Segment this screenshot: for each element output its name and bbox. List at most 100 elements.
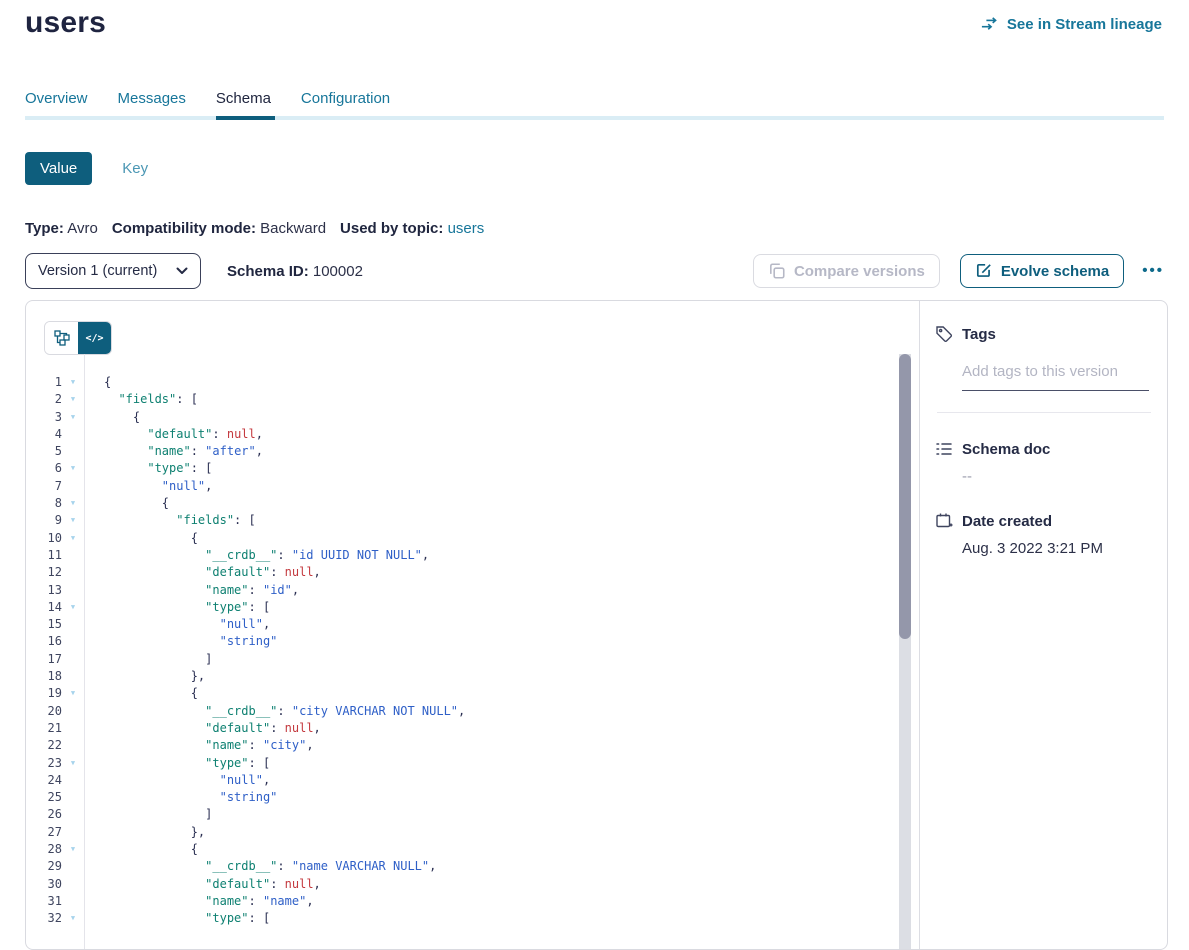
code-text: "type": [	[84, 910, 270, 927]
line-number: 28	[26, 841, 62, 858]
code-text: "type": [	[84, 460, 212, 477]
fold-toggle-icon[interactable]: ▼	[62, 460, 84, 477]
stream-lineage-icon	[981, 15, 999, 33]
stream-lineage-link[interactable]: See in Stream lineage	[981, 15, 1162, 33]
tags-input[interactable]	[962, 363, 1149, 391]
fold-toggle-icon[interactable]: ▼	[62, 910, 84, 927]
editor-scrollbar-thumb[interactable]	[899, 354, 911, 639]
compatibility-label: Compatibility mode:	[112, 220, 256, 237]
code-text: "fields": [	[84, 391, 198, 408]
version-select[interactable]: Version 1 (current)	[25, 253, 201, 289]
code-text: "default": null,	[84, 564, 321, 581]
code-text: ]	[84, 806, 212, 823]
line-number: 11	[26, 547, 62, 564]
line-number: 15	[26, 616, 62, 633]
doc-list-icon	[935, 440, 953, 458]
code-line: 1▼{	[26, 374, 919, 391]
fold-toggle-icon[interactable]: ▼	[62, 374, 84, 391]
line-number: 19	[26, 685, 62, 702]
code-text: },	[84, 668, 205, 685]
compatibility-value: Backward	[260, 220, 326, 237]
code-line: 26 ]	[26, 806, 919, 823]
code-text: "name": "after",	[84, 443, 263, 460]
fold-toggle-icon[interactable]: ▼	[62, 599, 84, 616]
evolve-schema-button[interactable]: Evolve schema	[960, 254, 1124, 288]
compare-versions-icon	[768, 262, 786, 280]
tab-overview[interactable]: Overview	[25, 90, 88, 108]
code-view-button[interactable]: </>	[78, 322, 111, 354]
schema-doc-heading: Schema doc	[935, 440, 1151, 458]
line-number: 22	[26, 737, 62, 754]
fold-spacer	[62, 789, 84, 806]
line-number: 27	[26, 824, 62, 841]
tag-icon	[935, 325, 953, 343]
tab-schema[interactable]: Schema	[216, 90, 271, 108]
version-bar: Version 1 (current) Schema ID: 100002 Co…	[25, 253, 1164, 289]
value-toggle-button[interactable]: Value	[25, 152, 92, 185]
line-number: 29	[26, 858, 62, 875]
code-line: 29 "__crdb__": "name VARCHAR NULL",	[26, 858, 919, 875]
line-number: 8	[26, 495, 62, 512]
schema-editor[interactable]: </> 1▼{2▼ "fields": [3▼ {4 "default": nu…	[26, 301, 920, 949]
fold-toggle-icon[interactable]: ▼	[62, 512, 84, 529]
fold-spacer	[62, 547, 84, 564]
fold-toggle-icon[interactable]: ▼	[62, 685, 84, 702]
line-number: 24	[26, 772, 62, 789]
evolve-schema-icon	[975, 262, 993, 280]
more-actions-button[interactable]: •••	[1142, 266, 1164, 276]
code-text: ]	[84, 651, 212, 668]
fold-spacer	[62, 737, 84, 754]
code-text: {	[84, 530, 198, 547]
tree-view-button[interactable]	[45, 322, 78, 354]
code-region[interactable]: 1▼{2▼ "fields": [3▼ {4 "default": null,5…	[26, 354, 919, 949]
fold-toggle-icon[interactable]: ▼	[62, 391, 84, 408]
line-number: 31	[26, 893, 62, 910]
line-number: 2	[26, 391, 62, 408]
fold-toggle-icon[interactable]: ▼	[62, 409, 84, 426]
date-created-section: Date created Aug. 3 2022 3:21 PM	[935, 512, 1151, 557]
fold-toggle-icon[interactable]: ▼	[62, 755, 84, 772]
code-line: 14▼ "type": [	[26, 599, 919, 616]
code-line: 16 "string"	[26, 633, 919, 650]
code-text: "null",	[84, 772, 270, 789]
fold-spacer	[62, 616, 84, 633]
editor-view-toggle: </>	[44, 321, 112, 355]
compare-versions-button[interactable]: Compare versions	[753, 254, 940, 288]
code-line: 30 "default": null,	[26, 876, 919, 893]
evolve-schema-label: Evolve schema	[1001, 263, 1109, 280]
code-text: "default": null,	[84, 426, 263, 443]
code-line: 8▼ {	[26, 495, 919, 512]
chevron-down-icon	[176, 267, 188, 275]
meta-type: Type: Avro	[25, 220, 98, 237]
code-text: "null",	[84, 478, 212, 495]
line-number: 17	[26, 651, 62, 668]
fold-toggle-icon[interactable]: ▼	[62, 495, 84, 512]
code-line: 32▼ "type": [	[26, 910, 919, 927]
tab-configuration[interactable]: Configuration	[301, 90, 390, 108]
code-line: 9▼ "fields": [	[26, 512, 919, 529]
code-line: 5 "name": "after",	[26, 443, 919, 460]
fold-spacer	[62, 633, 84, 650]
schema-doc-value: --	[962, 468, 1151, 485]
fold-spacer	[62, 443, 84, 460]
fold-toggle-icon[interactable]: ▼	[62, 841, 84, 858]
code-line: 28▼ {	[26, 841, 919, 858]
tab-bar: Overview Messages Schema Configuration	[25, 90, 1164, 120]
editor-scrollbar-track[interactable]	[899, 354, 911, 949]
stream-lineage-label: See in Stream lineage	[1007, 16, 1162, 33]
tab-messages[interactable]: Messages	[118, 90, 186, 108]
fold-toggle-icon[interactable]: ▼	[62, 530, 84, 547]
fold-spacer	[62, 564, 84, 581]
code-line: 31 "name": "name",	[26, 893, 919, 910]
topic-link[interactable]: users	[448, 220, 485, 237]
line-number: 21	[26, 720, 62, 737]
tags-heading-label: Tags	[962, 326, 996, 343]
code-line: 12 "default": null,	[26, 564, 919, 581]
fold-spacer	[62, 703, 84, 720]
line-number: 5	[26, 443, 62, 460]
key-toggle-button[interactable]: Key	[122, 160, 148, 177]
code-text: "string"	[84, 789, 277, 806]
calendar-icon	[935, 512, 953, 530]
schema-id-value: 100002	[313, 263, 363, 280]
type-value: Avro	[67, 220, 98, 237]
